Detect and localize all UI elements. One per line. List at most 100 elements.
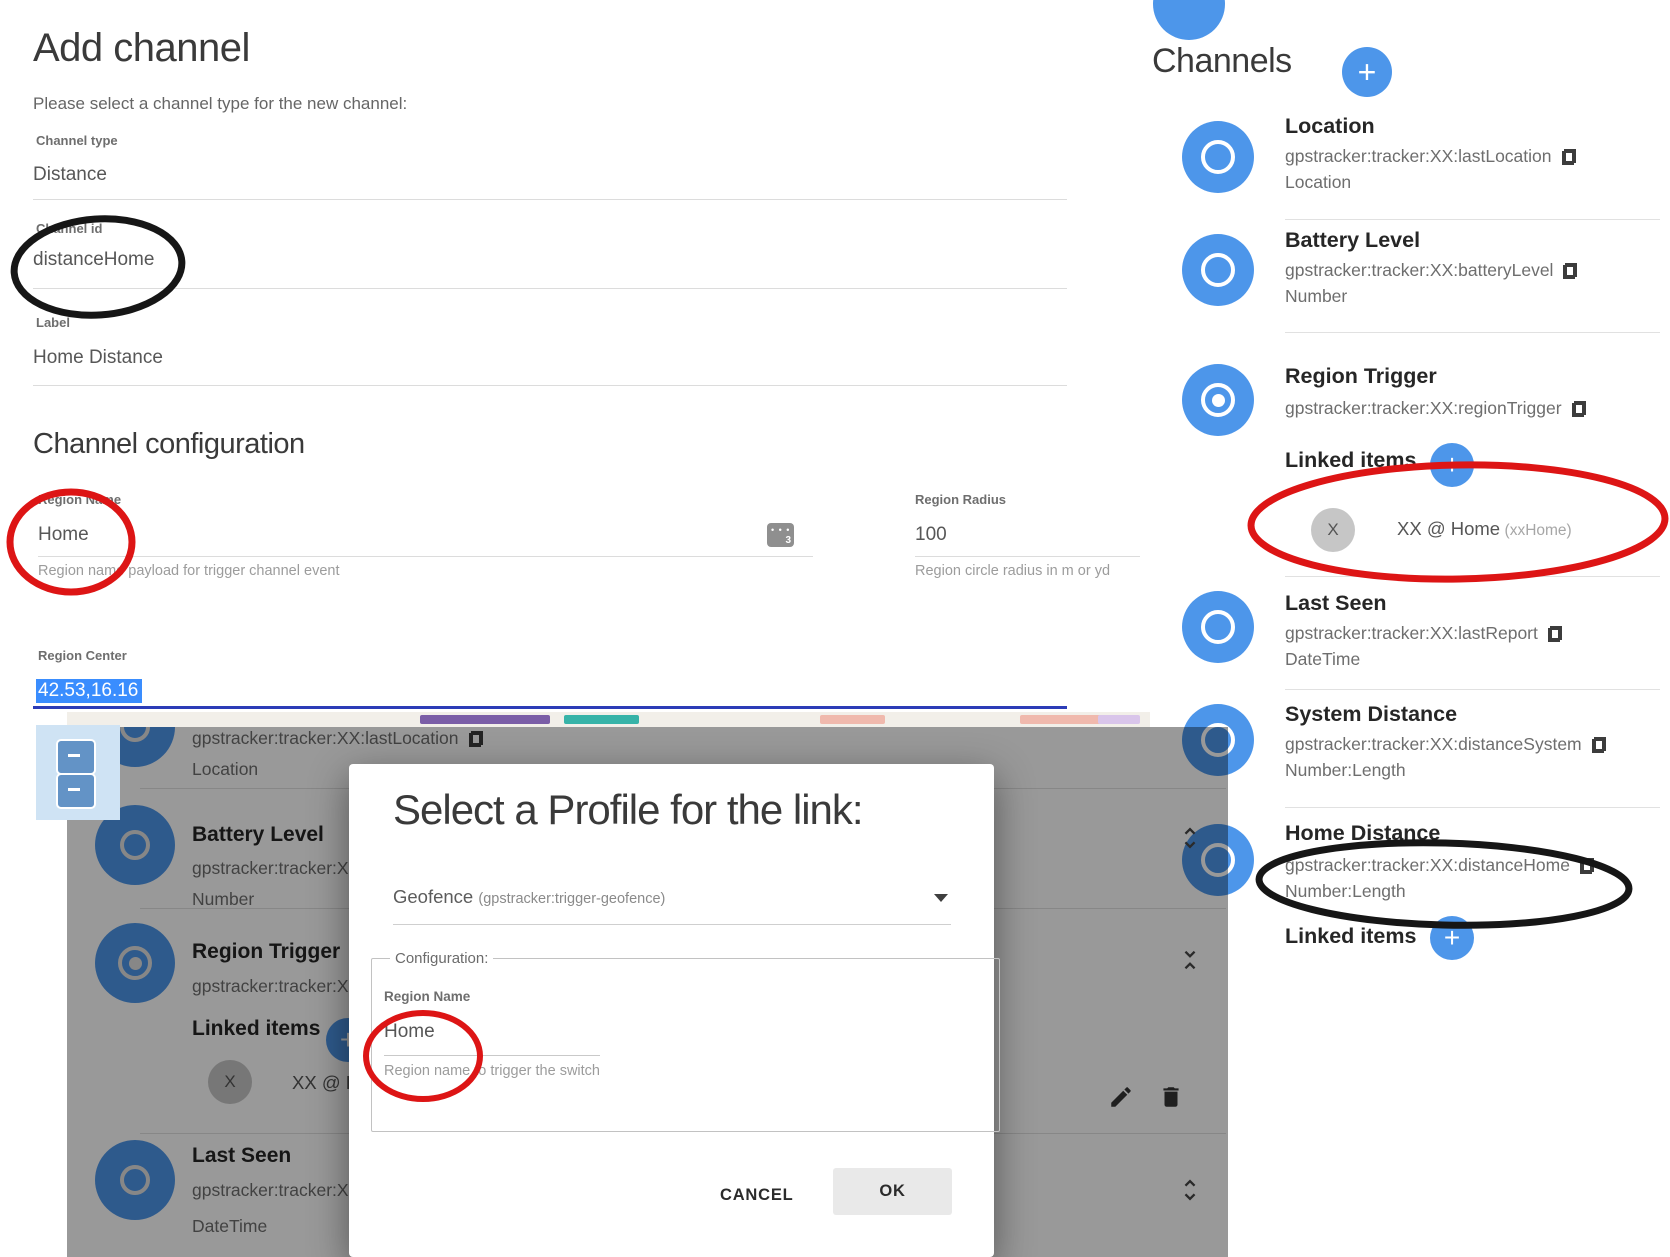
map-area-blob2: [1020, 715, 1105, 724]
region-radius-underline: [915, 556, 1140, 557]
channel-title: Last Seen: [1285, 591, 1387, 616]
channel-type-value[interactable]: Distance: [33, 164, 107, 186]
row-divider: [1285, 219, 1660, 220]
region-center-focus-underline: [33, 706, 1067, 709]
map-zoom-panel: [36, 725, 120, 820]
map-teal-blob: [564, 715, 639, 724]
channel-avatar: [1182, 234, 1254, 306]
map-zoom-in-button[interactable]: [56, 739, 96, 775]
page-title: Add channel: [33, 26, 250, 71]
profile-select-underline: [393, 924, 951, 925]
label-field-label: Label: [36, 315, 70, 330]
channel-uid: gpstracker:tracker:XX:regionTrigger: [1285, 398, 1586, 419]
label-field-input[interactable]: Home Distance: [33, 347, 163, 369]
region-trigger-icon: [1201, 383, 1235, 417]
copy-icon[interactable]: [1562, 149, 1576, 165]
unfold-more-icon[interactable]: [1176, 822, 1204, 854]
add-link-button[interactable]: +: [1430, 916, 1474, 960]
channel-type-text: Location: [1285, 172, 1351, 193]
channel-title: Battery Level: [1285, 228, 1420, 253]
unfold-less-icon[interactable]: [1176, 944, 1204, 976]
channel-title: Home Distance: [1285, 821, 1440, 846]
cancel-button[interactable]: CANCEL: [704, 1176, 810, 1215]
channel-id-underline: [33, 288, 1067, 289]
linked-items-header: Linked items: [1285, 448, 1416, 473]
copy-icon[interactable]: [1572, 401, 1586, 417]
copy-icon[interactable]: [1580, 858, 1594, 874]
region-name-label: Region Name: [38, 492, 121, 507]
region-center-label: Region Center: [38, 648, 127, 663]
channel-type-label: Channel type: [36, 133, 118, 148]
ok-button[interactable]: OK: [833, 1168, 952, 1215]
copy-icon[interactable]: [1548, 626, 1562, 642]
channel-avatar: [1182, 121, 1254, 193]
channel-id-input[interactable]: distanceHome: [33, 249, 154, 271]
profile-select[interactable]: Geofence (gpstracker:trigger-geofence): [393, 886, 665, 908]
last-seen-ring-icon: [1201, 610, 1235, 644]
channel-id-label: Channel id: [36, 221, 102, 236]
trash-icon[interactable]: [1158, 1084, 1184, 1110]
map-zoom-out-button[interactable]: [56, 773, 96, 809]
channel-uid: gpstracker:tracker:XX:distanceHome: [1285, 855, 1594, 876]
channel-uid: gpstracker:tracker:XX:distanceSystem: [1285, 734, 1606, 755]
profile-dialog: Select a Profile for the link: Geofence …: [349, 764, 994, 1257]
map-label-blob: [420, 715, 550, 724]
channel-type-text: DateTime: [1285, 649, 1360, 670]
dialog-title: Select a Profile for the link:: [393, 786, 863, 834]
battery-ring-icon: [1201, 253, 1235, 287]
profile-select-hint: (gpstracker:trigger-geofence): [478, 891, 665, 907]
dialog-region-name-helper: Region name to trigger the switch: [384, 1063, 600, 1079]
channel-uid: gpstracker:tracker:XX:lastReport: [1285, 623, 1562, 644]
map-area-blob3: [1098, 715, 1140, 724]
linked-item-text: XX @ Home: [1397, 518, 1500, 539]
copy-icon[interactable]: [1563, 263, 1577, 279]
linked-item-suffix: (xxHome): [1505, 522, 1572, 539]
map-sliver: [67, 712, 1150, 727]
region-center-input[interactable]: 42.53,16.16: [36, 679, 142, 703]
copy-icon[interactable]: [1592, 737, 1606, 753]
fab-partial[interactable]: [1153, 0, 1225, 40]
location-ring-icon: [1201, 140, 1235, 174]
linked-items-header: Linked items: [1285, 924, 1416, 949]
unfold-more-icon[interactable]: [1176, 1174, 1204, 1206]
app-canvas: Add channel Please select a channel type…: [0, 0, 1670, 1257]
map-area-blob: [820, 715, 885, 724]
region-name-input[interactable]: Home: [38, 524, 89, 546]
channel-title: System Distance: [1285, 702, 1457, 727]
config-section-title: Channel configuration: [33, 428, 305, 461]
region-radius-helper: Region circle radius in m or yd: [915, 563, 1110, 579]
intro-text: Please select a channel type for the new…: [33, 94, 407, 114]
region-name-underline: [38, 556, 813, 557]
configuration-legend: Configuration:: [390, 950, 493, 967]
region-radius-input[interactable]: 100: [915, 524, 947, 546]
configuration-fieldset: Configuration: Region Name Home Region n…: [371, 950, 1000, 1132]
dialog-region-name-input[interactable]: Home: [384, 1021, 435, 1043]
channel-type-text: Number:Length: [1285, 881, 1406, 902]
channel-uid: gpstracker:tracker:XX:lastLocation: [1285, 146, 1576, 167]
row-divider: [1285, 689, 1660, 690]
keypad-icon[interactable]: • • •3: [767, 523, 794, 547]
row-divider: [1285, 332, 1660, 333]
item-avatar: X: [1311, 508, 1355, 552]
region-name-helper: Region name payload for trigger channel …: [38, 563, 339, 579]
add-channel-button[interactable]: +: [1342, 47, 1392, 97]
channel-type-text: Number:Length: [1285, 760, 1406, 781]
linked-item[interactable]: XX @ Home (xxHome): [1397, 518, 1572, 540]
channel-type-underline: [33, 199, 1067, 200]
row-divider: [1285, 576, 1660, 577]
row-divider: [1285, 807, 1660, 808]
channel-type-text: Number: [1285, 286, 1347, 307]
channel-uid: gpstracker:tracker:XX:batteryLevel: [1285, 260, 1577, 281]
dialog-region-name-label: Region Name: [384, 989, 470, 1004]
dialog-region-name-underline: [384, 1055, 600, 1056]
channels-panel-title: Channels: [1152, 42, 1292, 81]
region-radius-label: Region Radius: [915, 492, 1006, 507]
channel-title: Location: [1285, 114, 1375, 139]
pencil-icon[interactable]: [1108, 1084, 1134, 1110]
add-link-button[interactable]: +: [1430, 443, 1474, 487]
channel-avatar: [1182, 364, 1254, 436]
channel-title: Region Trigger: [1285, 364, 1437, 389]
label-field-underline: [33, 385, 1067, 386]
chevron-down-icon[interactable]: [934, 894, 948, 902]
channel-avatar: [1182, 591, 1254, 663]
